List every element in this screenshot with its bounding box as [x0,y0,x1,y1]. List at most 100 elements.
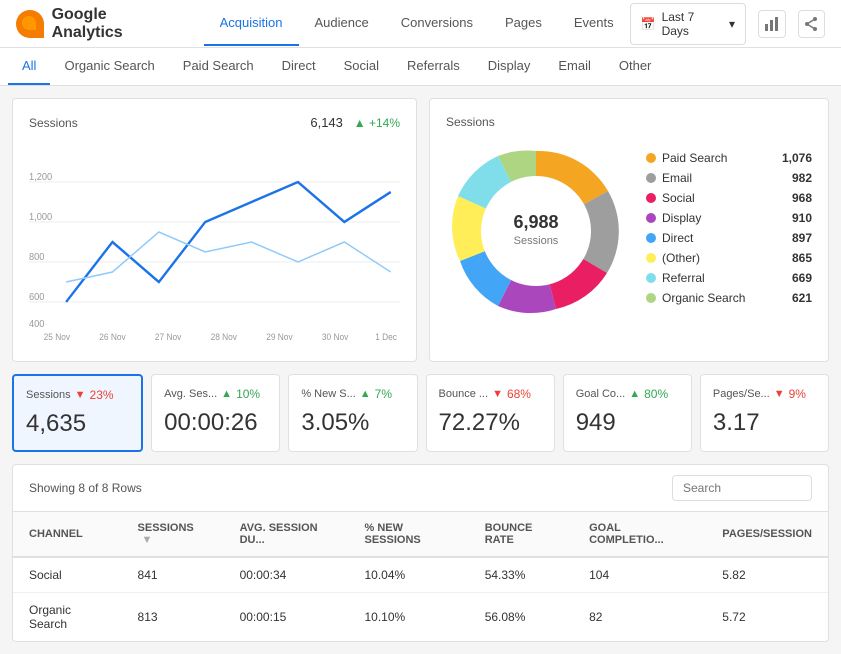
app-title: Google Analytics [52,6,180,42]
nav-tab-events[interactable]: Events [558,1,630,46]
cell-pct-new-1: 10.10% [349,593,469,642]
line-chart-value: 6,143 [310,115,343,130]
table-section: Showing 8 of 8 Rows CHANNEL SESSIONS ▼ A… [12,464,829,642]
legend-value-referral: 669 [792,271,812,285]
metric-new-label: % New S... [301,388,355,400]
donut-svg: 6,988 Sessions [446,141,626,321]
metric-sessions-value: 4,635 [26,410,129,438]
line-chart-change: ▲ +14% [354,116,400,130]
metric-new-sessions[interactable]: % New S... ▲ 7% 3.05% [288,374,417,452]
nav-tab-pages[interactable]: Pages [489,1,558,46]
metric-avg-session[interactable]: Avg. Ses... ▲ 10% 00:00:26 [151,374,280,452]
col-sessions[interactable]: SESSIONS ▼ [122,512,224,557]
svg-text:800: 800 [29,252,44,263]
metric-pages-change: 9% [789,387,806,401]
search-input[interactable] [672,475,812,501]
metric-avg-label: Avg. Ses... [164,388,217,400]
sub-nav-referrals[interactable]: Referrals [393,48,474,85]
metric-bounce-label: Bounce ... [439,388,489,400]
logo-icon [16,10,44,38]
donut-section: 6,988 Sessions Paid Search 1,076 [446,141,812,321]
app-header: Google Analytics Acquisition Audience Co… [0,0,841,48]
sub-nav-paid-search[interactable]: Paid Search [169,48,268,85]
metric-bounce-value: 72.27% [439,409,542,437]
legend-dot-display [646,213,656,223]
legend-display: Display 910 [646,211,812,225]
cell-sessions-0: 841 [122,557,224,593]
legend-dot-other [646,253,656,263]
table-row: Social 841 00:00:34 10.04% 54.33% 104 5.… [13,557,828,593]
sort-icon: ▼ [142,534,153,546]
sub-nav-display[interactable]: Display [474,48,545,85]
legend-value-organic-search: 621 [792,291,812,305]
cell-channel-0[interactable]: Social [13,557,122,593]
line-chart-stats: 6,143 ▲ +14% [310,115,400,130]
metric-sessions-label: Sessions [26,389,71,401]
cell-bounce-0: 54.33% [469,557,573,593]
metric-goal-label: Goal Co... [576,388,626,400]
svg-text:28 Nov: 28 Nov [211,332,238,342]
legend-email: Email 982 [646,171,812,185]
donut-chart-card: Sessions [429,98,829,362]
metric-avg-value: 00:00:26 [164,409,267,437]
metrics-row: Sessions ▼ 23% 4,635 Avg. Ses... ▲ 10% 0… [12,374,829,452]
legend-referral: Referral 669 [646,271,812,285]
cell-avg-0: 00:00:34 [224,557,349,593]
sub-nav-all[interactable]: All [8,48,50,85]
donut-chart-container: 6,988 Sessions [446,141,626,321]
col-avg-session: AVG. SESSION DU... [224,512,349,557]
legend-label-direct: Direct [662,231,693,245]
legend-value-email: 982 [792,171,812,185]
legend-dot-email [646,173,656,183]
sub-nav-social[interactable]: Social [330,48,393,85]
legend-value-display: 910 [792,211,812,225]
calendar-icon: 📅 [641,17,656,31]
metric-avg-change-icon: ▲ [221,388,232,400]
header-right: 📅 Last 7 Days ▾ [630,3,825,45]
row-info: Showing 8 of 8 Rows [29,481,142,495]
legend-social: Social 968 [646,191,812,205]
legend-paid-search: Paid Search 1,076 [646,151,812,165]
legend-dot-social [646,193,656,203]
sub-nav-organic-search[interactable]: Organic Search [50,48,168,85]
line-chart-header: Sessions 6,143 ▲ +14% [29,115,400,130]
svg-text:6,988: 6,988 [513,212,558,232]
svg-text:30 Nov: 30 Nov [322,332,349,342]
table-header: Showing 8 of 8 Rows [13,465,828,512]
metric-goal-value: 949 [576,409,679,437]
metric-goal[interactable]: Goal Co... ▲ 80% 949 [563,374,692,452]
nav-tab-conversions[interactable]: Conversions [385,1,489,46]
legend-value-social: 968 [792,191,812,205]
share-icon[interactable] [798,10,825,38]
sub-nav: All Organic Search Paid Search Direct So… [0,48,841,86]
nav-tab-acquisition[interactable]: Acquisition [204,1,299,46]
metric-goal-change: 80% [644,387,668,401]
date-range-picker[interactable]: 📅 Last 7 Days ▾ [630,3,746,45]
metric-sessions[interactable]: Sessions ▼ 23% 4,635 [12,374,143,452]
col-goal: GOAL COMPLETIO... [573,512,706,557]
charts-row: Sessions 6,143 ▲ +14% 1,200 1,000 [12,98,829,362]
bar-chart-icon[interactable] [758,10,785,38]
sub-nav-other[interactable]: Other [605,48,666,85]
cell-pages-1: 5.72 [706,593,828,642]
nav-tab-audience[interactable]: Audience [299,1,385,46]
svg-text:1 Dec: 1 Dec [375,332,397,342]
legend-value-paid-search: 1,076 [782,151,812,165]
sub-nav-email[interactable]: Email [544,48,605,85]
legend-dot-direct [646,233,656,243]
legend-label-other: (Other) [662,251,700,265]
donut-chart-title: Sessions [446,115,495,129]
legend-label-organic-search: Organic Search [662,291,745,305]
metric-pages-session[interactable]: Pages/Se... ▼ 9% 3.17 [700,374,829,452]
metric-pages-change-icon: ▼ [774,388,785,400]
col-bounce: BOUNCE RATE [469,512,573,557]
metric-avg-change: 10% [236,387,260,401]
legend-label-social: Social [662,191,695,205]
legend-label-referral: Referral [662,271,705,285]
svg-text:25 Nov: 25 Nov [44,332,71,342]
col-channel: CHANNEL [13,512,122,557]
cell-channel-1[interactable]: Organic Search [13,593,122,642]
date-range-label: Last 7 Days [662,10,723,38]
metric-bounce-rate[interactable]: Bounce ... ▼ 68% 72.27% [426,374,555,452]
sub-nav-direct[interactable]: Direct [268,48,330,85]
